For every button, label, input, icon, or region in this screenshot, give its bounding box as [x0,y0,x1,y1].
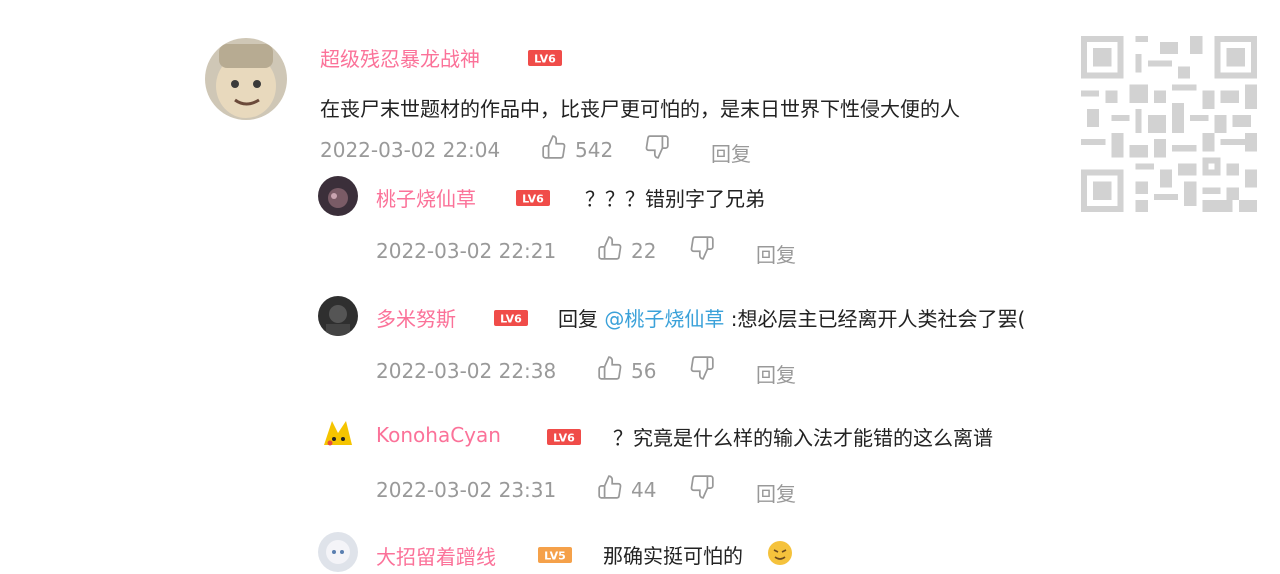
reply-text: 那确实挺可怕的 [603,544,743,568]
level-badge-icon: LV6 [494,310,528,326]
reply-button[interactable]: 回复 [756,478,796,507]
emoji-icon [768,541,792,565]
comment-date: 2022-03-02 22:04 [320,138,501,162]
reply-date: 2022-03-02 22:21 [376,239,557,263]
level-badge-icon: LV6 [547,429,581,445]
reply-body: :想必层主已经离开人类社会了罢( [724,307,1026,331]
svg-text:LV5: LV5 [544,550,566,563]
username[interactable]: 多米努斯 [376,303,456,332]
avatar[interactable] [205,38,287,120]
svg-text:LV6: LV6 [534,53,556,66]
thumbs-down-icon[interactable] [689,235,715,261]
thumbs-up-icon[interactable] [597,235,623,261]
reply-text: ？？？错别字了兄弟 [585,187,765,211]
avatar[interactable] [318,532,358,572]
reply-button[interactable]: 回复 [711,138,751,167]
reply-text: ？究竟是什么样的输入法才能错的这么离谱 [613,426,993,450]
qr-code-icon[interactable] [1080,36,1258,212]
level-badge-icon: LV6 [516,190,550,206]
thumbs-down-icon[interactable] [644,134,670,160]
comment-text: 在丧尸末世题材的作品中，比丧尸更可怕的，是末日世界下性侵大便的人 [320,97,960,121]
reply-text: 回复 @桃子烧仙草 :想必层主已经离开人类社会了罢( [558,303,1025,332]
svg-text:LV6: LV6 [553,432,575,445]
username[interactable]: 大招留着蹭线 [376,541,496,570]
thumbs-up-icon[interactable] [597,355,623,381]
username[interactable]: 超级残忍暴龙战神 [320,43,480,72]
svg-text:LV6: LV6 [522,193,544,206]
thumbs-up-icon[interactable] [597,474,623,500]
like-count: 22 [631,239,657,263]
reply-prefix: 回复 [558,307,605,331]
like-count: 542 [575,138,614,162]
reply-date: 2022-03-02 23:31 [376,478,557,502]
svg-text:LV6: LV6 [500,313,522,326]
username[interactable]: 桃子烧仙草 [376,183,476,212]
reply-button[interactable]: 回复 [756,239,796,268]
level-badge-icon: LV6 [528,50,562,66]
like-count: 44 [631,478,657,502]
username[interactable]: KonohaCyan [376,423,501,447]
avatar[interactable] [318,176,358,216]
mention-link[interactable]: @桃子烧仙草 [604,307,724,331]
reply-date: 2022-03-02 22:38 [376,359,557,383]
thumbs-down-icon[interactable] [689,474,715,500]
reply-button[interactable]: 回复 [756,359,796,388]
like-count: 56 [631,359,657,383]
thumbs-up-icon[interactable] [541,134,567,160]
level-badge-icon: LV5 [538,547,572,563]
thumbs-down-icon[interactable] [689,355,715,381]
avatar[interactable] [318,415,358,455]
avatar[interactable] [318,296,358,336]
